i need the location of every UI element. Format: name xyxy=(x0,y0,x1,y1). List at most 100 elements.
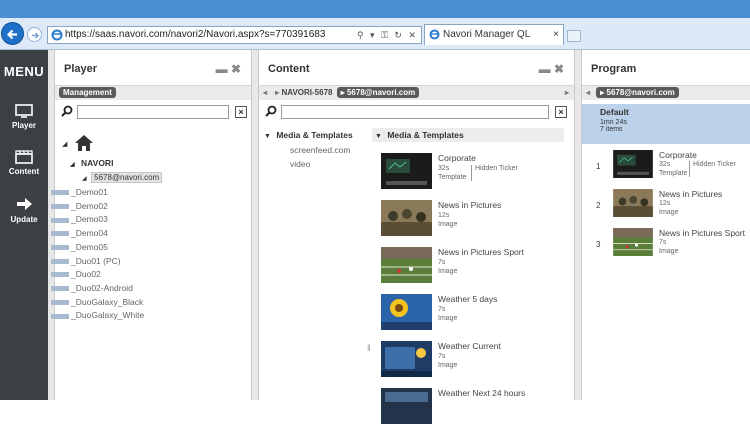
player-search-row: × xyxy=(55,103,251,123)
media-duration: 7s xyxy=(438,259,446,266)
menu-title: MENU xyxy=(3,64,45,79)
player-list-item[interactable]: _Duo02 xyxy=(51,268,101,280)
program-thumbnail xyxy=(613,150,653,178)
tab-close-icon[interactable]: × xyxy=(553,25,559,44)
media-list-header[interactable]: ▼ Media & Templates xyxy=(372,128,564,142)
sidebar-item-update[interactable]: Update xyxy=(0,196,48,224)
main-menu-sidebar: MENU Player Content Update xyxy=(0,50,48,400)
program-item[interactable]: 3 News in Pictures Sport 7s Image xyxy=(581,226,750,266)
program-item[interactable]: 1 Corporate 32s Template Hidden Ticker xyxy=(581,148,750,188)
folder-item-screenfeed[interactable]: screenfeed.com xyxy=(290,145,350,155)
browser-tab[interactable]: Navori Manager QL × xyxy=(424,24,564,45)
os-title-bar xyxy=(0,0,750,18)
clear-search-icon[interactable]: × xyxy=(235,106,247,118)
tab-title: Navori Manager QL xyxy=(443,29,531,40)
panel-title: Program xyxy=(591,63,637,75)
crumb-text[interactable]: NAVORI-5678 xyxy=(282,88,333,97)
program-count: 7 items xyxy=(600,126,623,133)
media-item[interactable]: Weather 5 days 7s Image xyxy=(381,294,561,334)
player-list-item[interactable]: _DuoGalaxy_White xyxy=(51,309,144,321)
back-button[interactable] xyxy=(1,22,24,45)
close-icon[interactable]: ✖ xyxy=(231,62,241,76)
search-icon xyxy=(265,105,277,117)
media-duration: 7s xyxy=(438,353,446,360)
tree-account[interactable]: ◢ 5678@navori.com xyxy=(82,172,163,183)
home-icon xyxy=(75,135,93,151)
management-badge[interactable]: Management xyxy=(59,87,116,99)
expand-arrow-icon[interactable]: ◢ xyxy=(62,140,67,148)
clear-search-icon[interactable]: × xyxy=(555,106,567,118)
player-list-item[interactable]: _Demo02 xyxy=(51,200,108,212)
media-type: Image xyxy=(438,221,458,228)
media-extra: Hidden Ticker xyxy=(471,165,518,181)
player-device-icon xyxy=(51,231,69,237)
player-list-item[interactable]: _Demo04 xyxy=(51,227,108,239)
minimize-icon[interactable]: ▬ xyxy=(216,62,228,76)
program-duration: 1mn 24s xyxy=(600,119,627,126)
sidebar-item-label: Update xyxy=(10,215,38,224)
expand-arrow-icon[interactable]: ▼ xyxy=(264,133,271,140)
address-tools-icon[interactable]: ⚲ ▾ ⚿ ↻ ✕ xyxy=(357,27,418,43)
program-item[interactable]: 2 News in Pictures 12s Image xyxy=(581,187,750,227)
folder-item-video[interactable]: video xyxy=(290,159,310,169)
media-thumbnail xyxy=(381,153,432,189)
ie-logo-icon xyxy=(51,29,63,41)
player-list-item[interactable]: _Duo01 (PC) xyxy=(51,255,121,267)
panel-controls[interactable]: ▬ ✖ xyxy=(539,50,564,88)
player-list-item[interactable]: _Duo02-Android xyxy=(51,282,133,294)
player-device-icon xyxy=(51,258,69,264)
expand-arrow-icon[interactable]: ◢ xyxy=(70,162,75,168)
crumb-account-pill[interactable]: ▸ 5678@navori.com xyxy=(336,87,420,99)
program-item-type: Template xyxy=(659,170,688,177)
player-list-item[interactable]: _Demo03 xyxy=(51,213,108,225)
program-default-item[interactable]: Default 1mn 24s 7 items xyxy=(582,104,750,144)
minimize-icon[interactable]: ▬ xyxy=(539,62,551,76)
crumb-prev-icon[interactable]: ◂ xyxy=(586,88,590,97)
forward-button[interactable] xyxy=(27,27,42,42)
player-name: _Duo01 (PC) xyxy=(71,255,121,266)
sidebar-item-label: Content xyxy=(8,167,40,176)
panel-title: Player xyxy=(64,63,98,75)
media-item[interactable]: Weather Current 7s Image xyxy=(381,341,561,381)
crumb-next-icon[interactable]: ▸ xyxy=(565,86,569,100)
player-name: _Duo02 xyxy=(71,269,101,280)
content-search-input[interactable] xyxy=(281,105,549,119)
media-item[interactable]: Corporate 32s Template Hidden Ticker xyxy=(381,153,561,193)
breadcrumb: Management xyxy=(55,86,251,100)
program-item-extra: Hidden Ticker xyxy=(689,161,736,177)
media-item[interactable]: News in Pictures 12s Image xyxy=(381,200,561,240)
media-type: Image xyxy=(438,315,458,322)
media-duration: 12s xyxy=(438,212,450,219)
panel-header: Content ▬ ✖ xyxy=(259,50,574,86)
player-search-input[interactable] xyxy=(77,105,229,119)
panel-controls[interactable]: ▬ ✖ xyxy=(216,50,241,88)
player-list-item[interactable]: _Demo05 xyxy=(51,241,108,253)
tree-group-navori[interactable]: ◢ NAVORI xyxy=(70,158,113,168)
player-name: _Demo01 xyxy=(71,187,108,197)
media-item[interactable]: News in Pictures Sport 7s Image xyxy=(381,247,561,287)
sidebar-item-content[interactable]: Content xyxy=(0,150,48,176)
expand-arrow-icon[interactable]: ▼ xyxy=(375,133,382,140)
sidebar-item-player[interactable]: Player xyxy=(0,104,48,130)
panel-header: Program xyxy=(582,50,750,86)
new-tab-button[interactable] xyxy=(567,30,581,42)
media-item[interactable]: Weather Next 24 hours xyxy=(381,388,561,428)
splitter-handle-icon[interactable]: ‖ xyxy=(367,343,371,353)
crumb-account-label: 5678@navori.com xyxy=(346,88,416,98)
program-item-number: 3 xyxy=(596,240,601,249)
film-clapper-icon xyxy=(15,150,33,164)
address-bar[interactable]: https://saas.navori.com/navori2/Navori.a… xyxy=(47,26,422,44)
player-device-icon xyxy=(51,286,69,292)
content-folder-header[interactable]: ▼ Media & Templates xyxy=(264,130,353,140)
program-item-number: 2 xyxy=(596,201,601,210)
expand-arrow-icon[interactable]: ◢ xyxy=(82,176,87,182)
program-account-pill[interactable]: ▸ 5678@navori.com xyxy=(596,87,679,99)
search-icon xyxy=(61,105,73,117)
player-device-icon xyxy=(51,245,69,251)
close-icon[interactable]: ✖ xyxy=(554,62,564,76)
player-list-item[interactable]: _Demo01 xyxy=(51,186,108,198)
program-item-type: Image xyxy=(659,209,679,216)
program-item-number: 1 xyxy=(596,162,601,171)
player-list-item[interactable]: _DuoGalaxy_Black xyxy=(51,296,143,308)
crumb-prev-icon[interactable]: ◂ xyxy=(263,88,267,97)
